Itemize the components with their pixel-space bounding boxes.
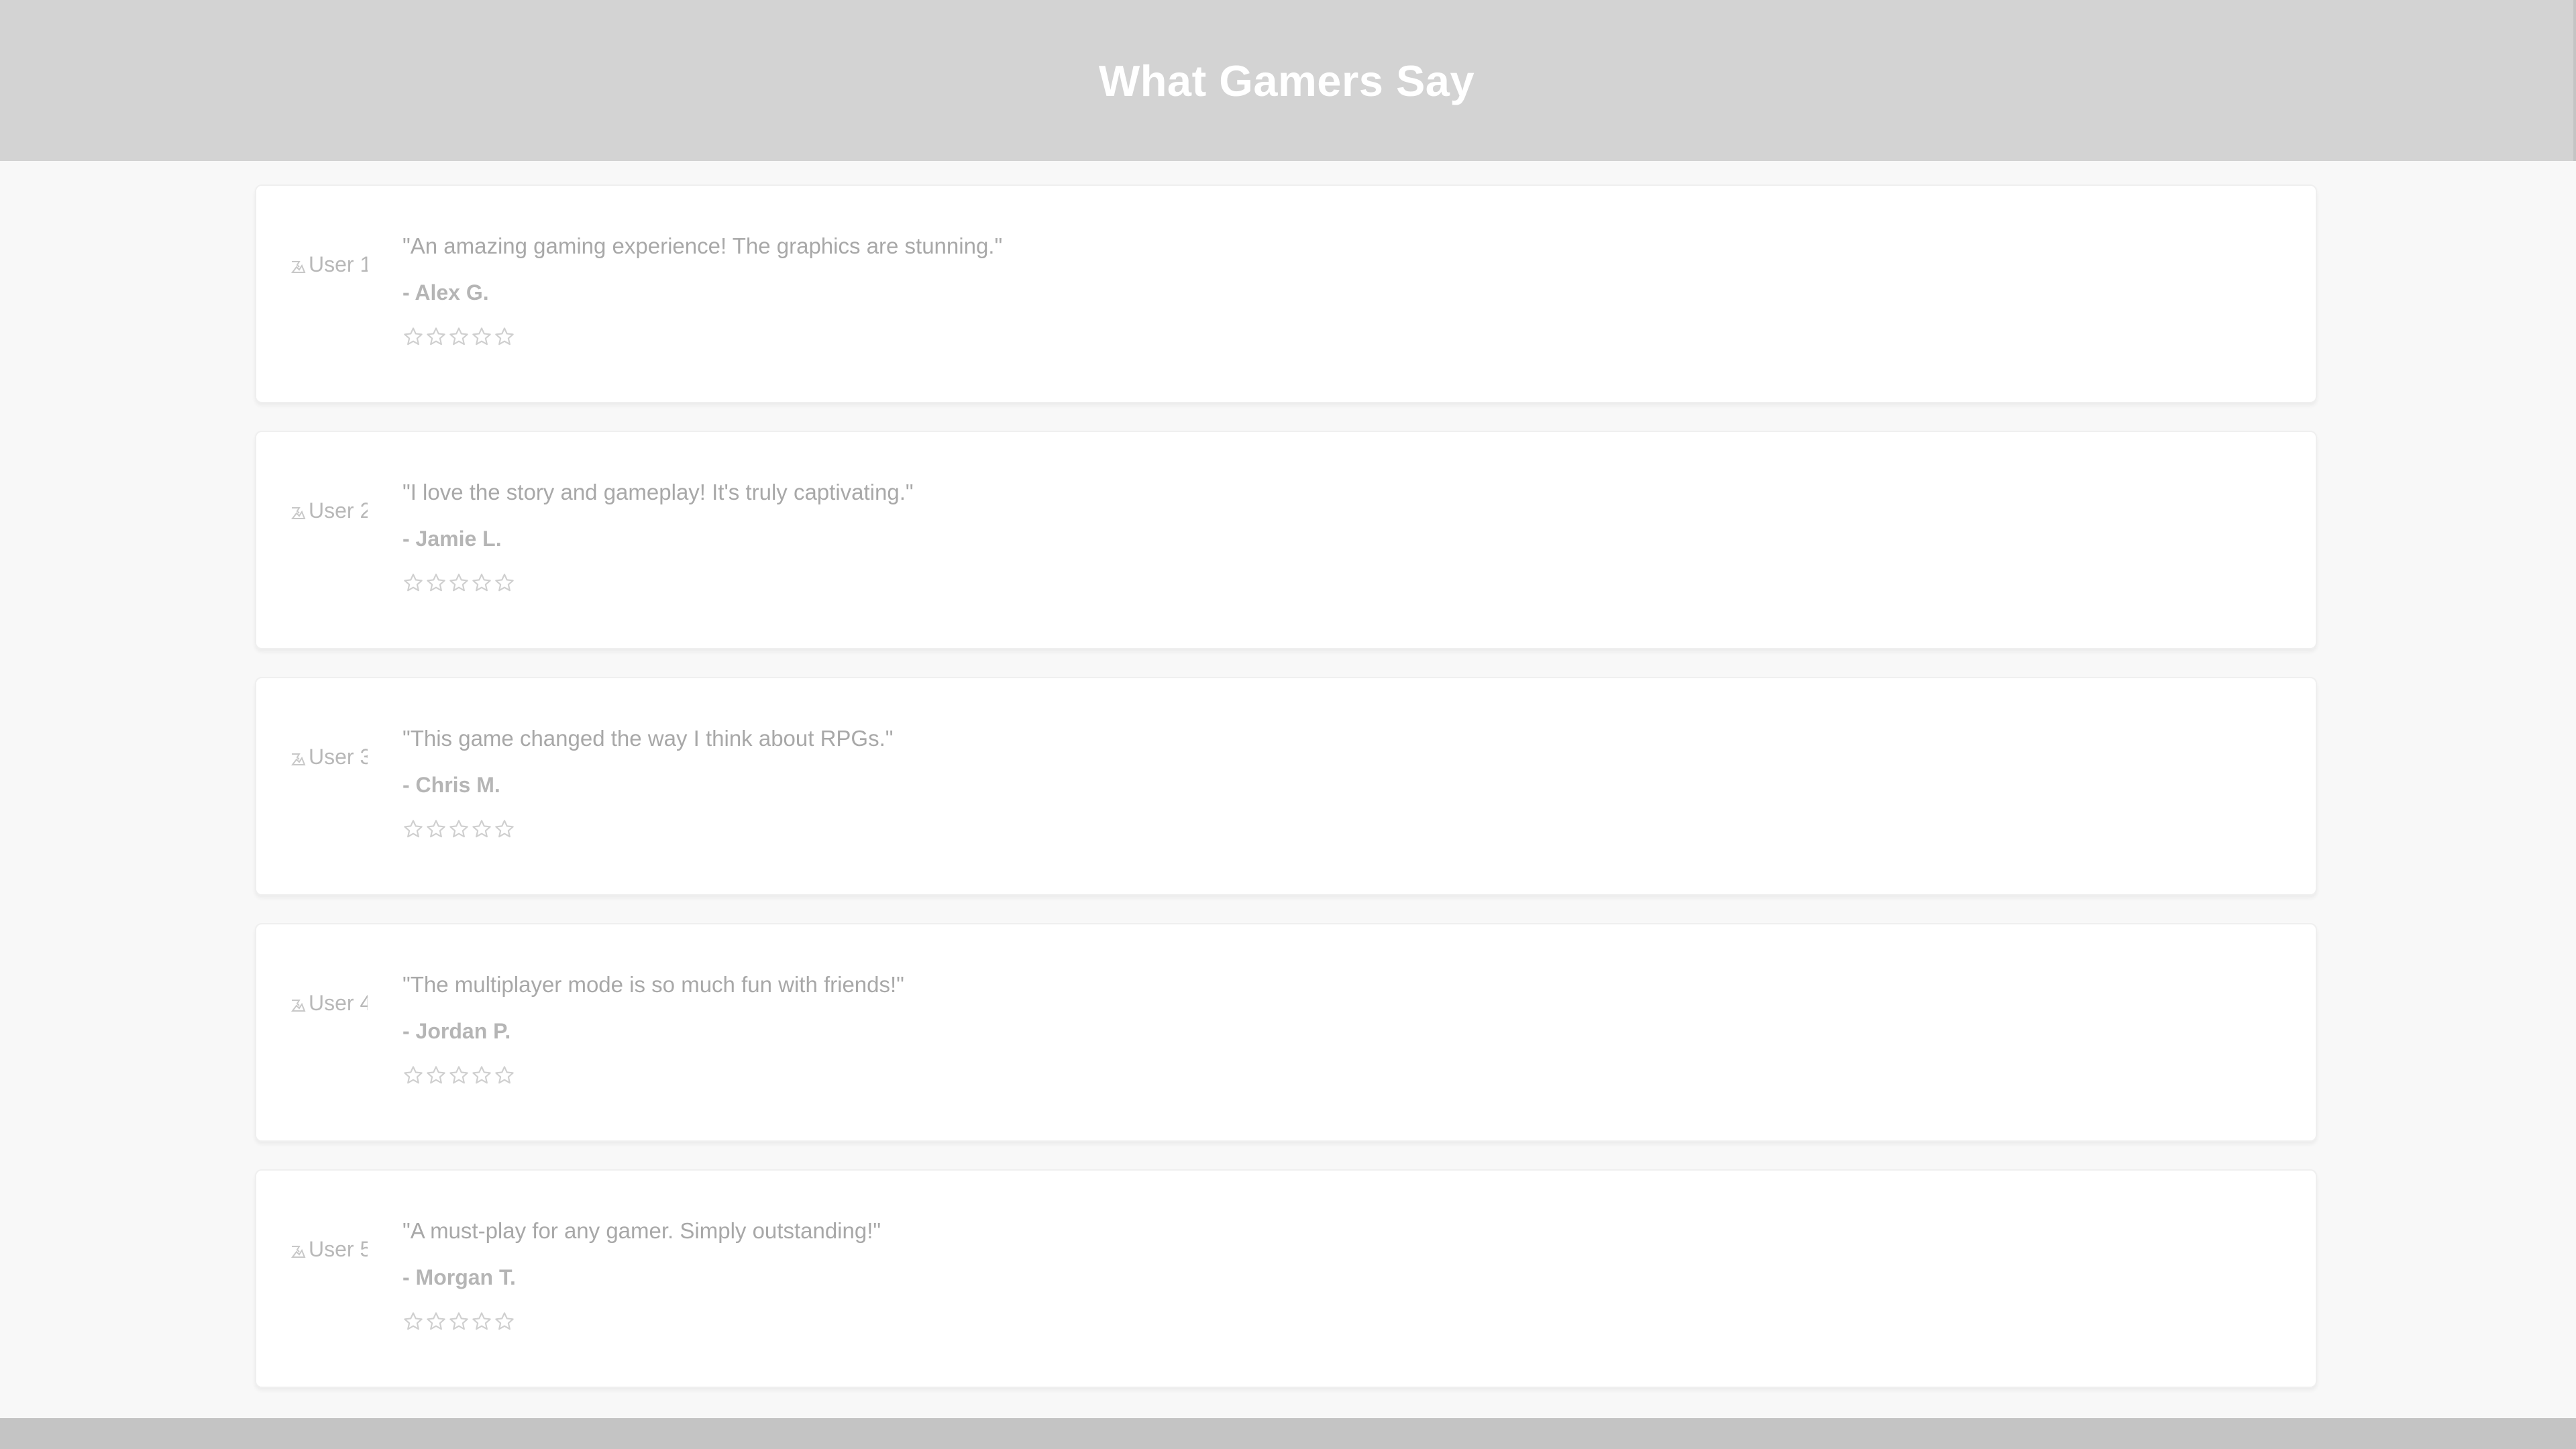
page-title: What Gamers Say [1098,56,1475,105]
avatar-alt-text: User 5 [309,1236,368,1261]
avatar: User 4 [290,986,368,1020]
broken-image-icon [290,748,307,765]
broken-image-icon [290,502,307,519]
star-outline-icon [494,1065,515,1091]
testimonial-card: User 5 "A must-play for any gamer. Simpl… [255,1169,2317,1388]
star-rating [402,818,893,845]
star-outline-icon [494,572,515,599]
avatar: User 3 [290,740,368,773]
page-header: What Gamers Say [0,0,2576,161]
testimonial-card: User 3 "This game changed the way I thin… [255,677,2317,896]
broken-image-icon [290,256,307,273]
star-outline-icon [471,818,492,845]
star-outline-icon [425,1065,447,1091]
star-outline-icon [425,572,447,599]
avatar-alt-text: User 4 [309,990,368,1015]
star-rating [402,1065,904,1091]
testimonial-quote: "A must-play for any gamer. Simply outst… [402,1218,881,1243]
star-outline-icon [425,1311,447,1338]
star-outline-icon [471,326,492,353]
testimonial-quote: "The multiplayer mode is so much fun wit… [402,972,904,997]
page-footer [0,1418,2576,1449]
testimonial-quote: "An amazing gaming experience! The graph… [402,233,1003,258]
star-rating [402,1311,881,1338]
star-outline-icon [425,326,447,353]
testimonial-quote: "I love the story and gameplay! It's tru… [402,480,914,504]
star-outline-icon [448,572,470,599]
broken-image-icon [290,994,307,1012]
broken-image-icon [290,1240,307,1258]
star-rating [402,572,914,599]
star-outline-icon [402,572,424,599]
star-outline-icon [402,1065,424,1091]
star-outline-icon [425,818,447,845]
star-outline-icon [471,1311,492,1338]
testimonial-card: User 4 "The multiplayer mode is so much … [255,923,2317,1142]
testimonials-list: User 1 "An amazing gaming experience! Th… [255,184,2317,1415]
avatar: User 1 [290,248,368,281]
avatar-alt-text: User 2 [309,498,368,523]
avatar: User 2 [290,494,368,527]
star-outline-icon [471,572,492,599]
star-outline-icon [494,1311,515,1338]
star-outline-icon [448,818,470,845]
testimonial-card: User 2 "I love the story and gameplay! I… [255,431,2317,649]
star-outline-icon [402,818,424,845]
testimonial-author: - Morgan T. [402,1265,516,1289]
avatar-alt-text: User 3 [309,744,368,769]
star-outline-icon [494,818,515,845]
testimonial-card: User 1 "An amazing gaming experience! Th… [255,184,2317,403]
star-outline-icon [402,1311,424,1338]
avatar-alt-text: User 1 [309,252,368,276]
star-outline-icon [448,1311,470,1338]
testimonial-author: - Jordan P. [402,1019,511,1043]
star-outline-icon [471,1065,492,1091]
testimonial-author: - Alex G. [402,280,489,305]
avatar: User 5 [290,1232,368,1266]
star-rating [402,326,1002,353]
star-outline-icon [402,326,424,353]
star-outline-icon [448,1065,470,1091]
testimonial-quote: "This game changed the way I think about… [402,726,894,751]
star-outline-icon [494,326,515,353]
testimonial-author: - Chris M. [402,773,500,797]
testimonial-author: - Jamie L. [402,527,502,551]
star-outline-icon [448,326,470,353]
